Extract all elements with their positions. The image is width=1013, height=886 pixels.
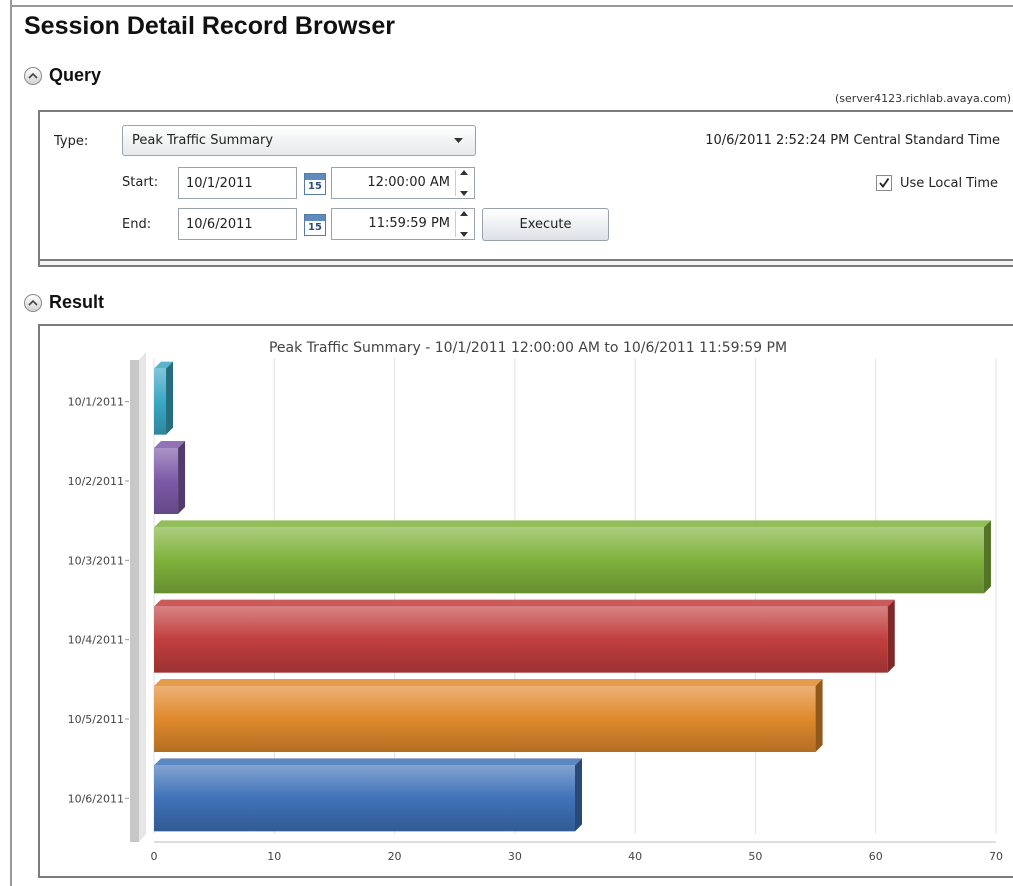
x-tick-label: 70: [989, 850, 1003, 863]
x-tick-label: 20: [388, 850, 402, 863]
end-label: End:: [122, 217, 152, 232]
page-title: Session Detail Record Browser: [24, 12, 395, 40]
end-time-value: 11:59:59 PM: [368, 216, 450, 231]
server-timestamp: 10/6/2011 2:52:24 PM Central Standard Ti…: [705, 133, 1000, 148]
query-section-label: Query: [49, 65, 102, 85]
y-category-label: 10/6/2011: [68, 792, 124, 805]
bar: [154, 606, 888, 673]
bar: [154, 527, 984, 594]
x-tick-label: 30: [508, 850, 522, 863]
bar-top-face: [154, 679, 823, 686]
window-frame-left: [10, 0, 12, 886]
y-category-label: 10/1/2011: [68, 396, 124, 409]
x-tick-label: 10: [267, 850, 281, 863]
use-local-time-toggle[interactable]: Use Local Time: [875, 175, 998, 191]
bar: [154, 765, 575, 832]
start-date-input[interactable]: 10/1/2011: [178, 167, 297, 199]
bar-side-face: [178, 441, 186, 514]
use-local-time-checkbox[interactable]: [875, 175, 892, 191]
x-tick-label: 60: [869, 850, 883, 863]
query-panel-scrollbar[interactable]: [38, 259, 1013, 267]
bar-side-face: [575, 758, 582, 832]
spin-up-icon[interactable]: [460, 170, 468, 175]
y-category-label: 10/2/2011: [68, 475, 124, 488]
x-tick-label: 50: [748, 850, 762, 863]
execute-button[interactable]: Execute: [482, 208, 609, 241]
x-tick-label: 40: [628, 850, 642, 863]
bar-side-face: [166, 361, 174, 435]
y-category-label: 10/5/2011: [68, 713, 124, 726]
bar-top-face: [154, 758, 582, 766]
end-date-input[interactable]: 10/6/2011: [178, 208, 297, 240]
dropdown-arrow-icon: [454, 138, 463, 143]
start-time-spinner[interactable]: [455, 170, 472, 196]
spin-down-icon[interactable]: [460, 191, 468, 196]
bar: [154, 368, 167, 435]
window-frame-top: [10, 5, 1013, 7]
bar-side-face: [983, 520, 991, 594]
query-section-header[interactable]: Query: [24, 65, 101, 86]
bar-side-face: [815, 679, 823, 752]
result-section-label: Result: [49, 292, 105, 312]
bar: [154, 686, 816, 752]
server-name: (server4123.richlab.avaya.com): [835, 92, 1011, 105]
type-select[interactable]: Peak Traffic Summary: [122, 125, 476, 156]
type-label: Type:: [54, 134, 89, 149]
calendar-icon[interactable]: 15: [304, 214, 326, 236]
collapse-up-icon[interactable]: [24, 66, 42, 85]
end-time-spinner[interactable]: [455, 211, 472, 237]
axis-wall-side: [139, 352, 146, 842]
calendar-icon[interactable]: 15: [304, 173, 326, 195]
end-time-input[interactable]: 11:59:59 PM: [331, 208, 475, 240]
start-label: Start:: [122, 175, 159, 190]
axis-wall: [130, 360, 139, 842]
collapse-up-icon[interactable]: [24, 293, 42, 312]
start-time-value: 12:00:00 AM: [367, 175, 450, 190]
peak-traffic-chart: Peak Traffic Summary - 10/1/2011 12:00:0…: [68, 340, 1003, 863]
bar-side-face: [887, 599, 895, 673]
bar-top-face: [154, 599, 895, 607]
result-section-header[interactable]: Result: [24, 292, 104, 313]
bar: [154, 448, 179, 514]
result-panel: Peak Traffic Summary - 10/1/2011 12:00:0…: [38, 324, 1013, 878]
y-category-label: 10/4/2011: [68, 634, 124, 647]
spin-down-icon[interactable]: [460, 232, 468, 237]
spin-up-icon[interactable]: [460, 211, 468, 216]
x-tick-label: 0: [151, 850, 158, 863]
start-time-input[interactable]: 12:00:00 AM: [331, 167, 475, 199]
y-category-label: 10/3/2011: [68, 554, 124, 567]
use-local-time-label: Use Local Time: [899, 175, 998, 191]
type-select-value: Peak Traffic Summary: [132, 133, 274, 148]
bar-top-face: [154, 520, 991, 528]
chart-title: Peak Traffic Summary - 10/1/2011 12:00:0…: [269, 340, 787, 356]
checkmark-icon: [879, 177, 890, 188]
